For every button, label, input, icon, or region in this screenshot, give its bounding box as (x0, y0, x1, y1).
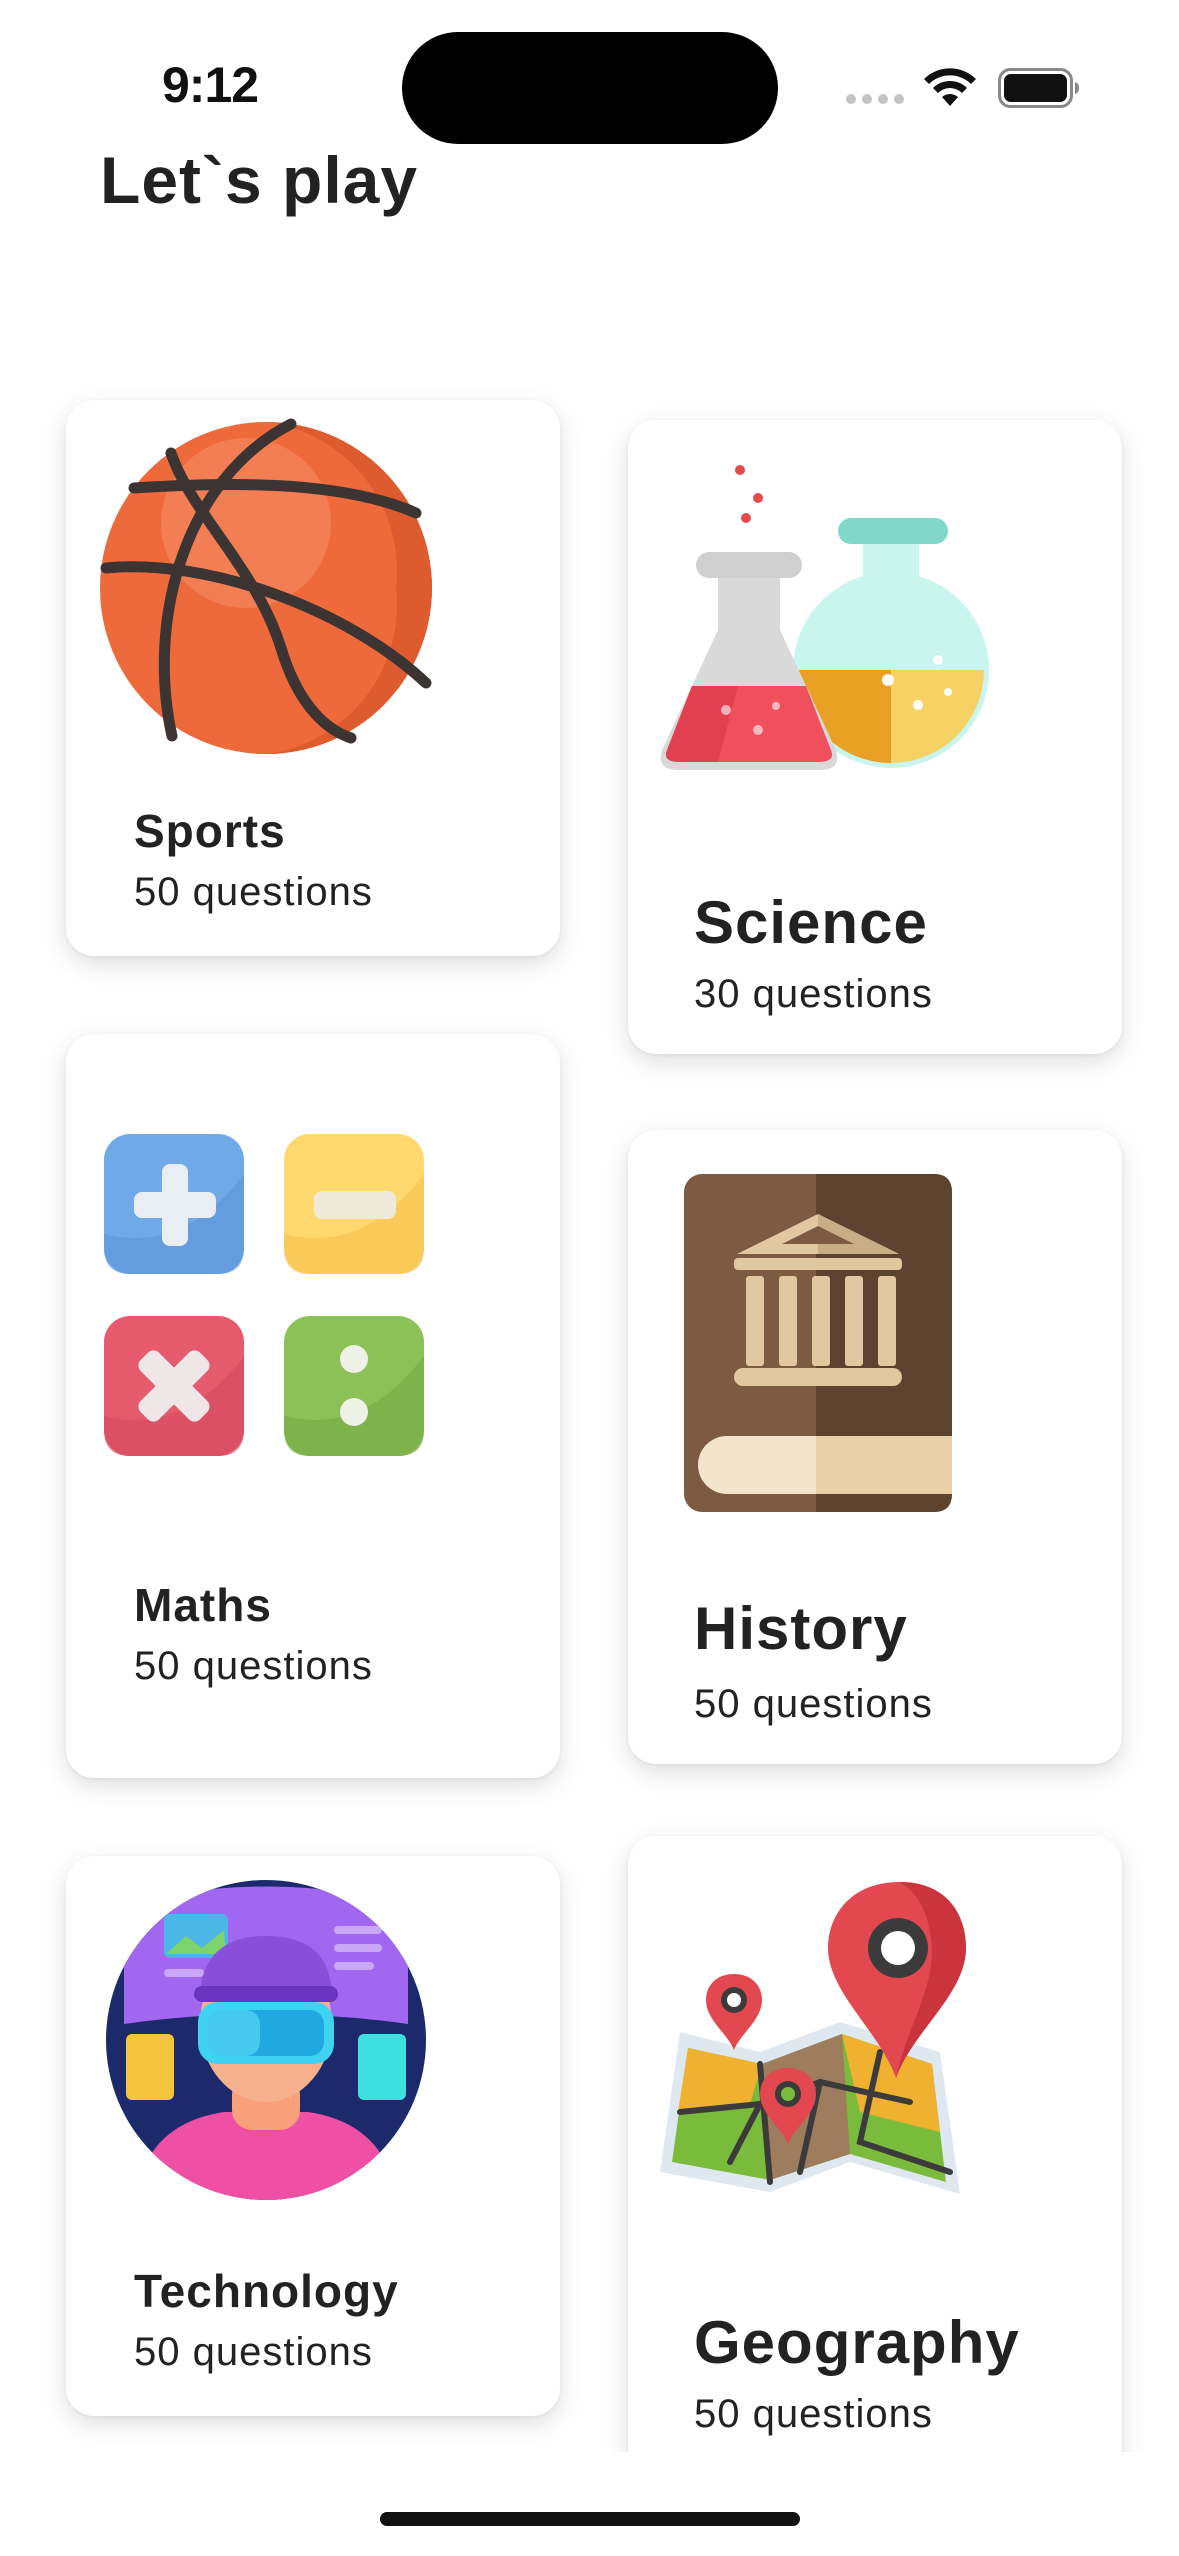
wifi-icon (924, 68, 976, 106)
question-count: 50 questions (694, 1682, 933, 1726)
cellular-signal-icon (846, 94, 906, 106)
category-card-geography[interactable]: Geography 50 questions (628, 1836, 1122, 2476)
question-count: 50 questions (134, 1644, 373, 1688)
map-pins-icon (660, 1882, 966, 2194)
question-count: 50 questions (134, 870, 373, 914)
category-card-history[interactable]: History 50 questions (628, 1130, 1122, 1764)
question-count: 30 questions (694, 972, 933, 1016)
question-count: 50 questions (694, 2392, 933, 2436)
bottom-safe-area (0, 2452, 1179, 2556)
category-card-maths[interactable]: Maths 50 questions (66, 1034, 560, 1778)
category-title: Maths (134, 1579, 272, 1631)
category-card-science[interactable]: Science 30 questions (628, 420, 1122, 1054)
category-card-technology[interactable]: Technology 50 questions (66, 1856, 560, 2416)
basketball-icon (100, 418, 432, 754)
vr-headset-person-icon (106, 1880, 426, 2200)
history-book-icon (684, 1174, 952, 1512)
lab-flasks-icon (660, 465, 989, 770)
category-title: Technology (134, 2265, 399, 2317)
home-indicator[interactable] (380, 2512, 800, 2526)
quiz-home-screen: 9:12 Let`s play Sports 50 questions Scie… (0, 0, 1179, 2556)
math-operators-icon (104, 1134, 424, 1456)
category-title: Geography (694, 2309, 1020, 2376)
dynamic-island (402, 32, 778, 144)
category-title: Sports (134, 805, 286, 857)
category-card-sports[interactable]: Sports 50 questions (66, 400, 560, 956)
category-title: Science (694, 889, 928, 956)
question-count: 50 questions (134, 2330, 373, 2374)
page-title: Let`s play (100, 143, 419, 217)
status-time: 9:12 (162, 57, 259, 113)
category-title: History (694, 1595, 908, 1662)
battery-icon (998, 68, 1079, 108)
